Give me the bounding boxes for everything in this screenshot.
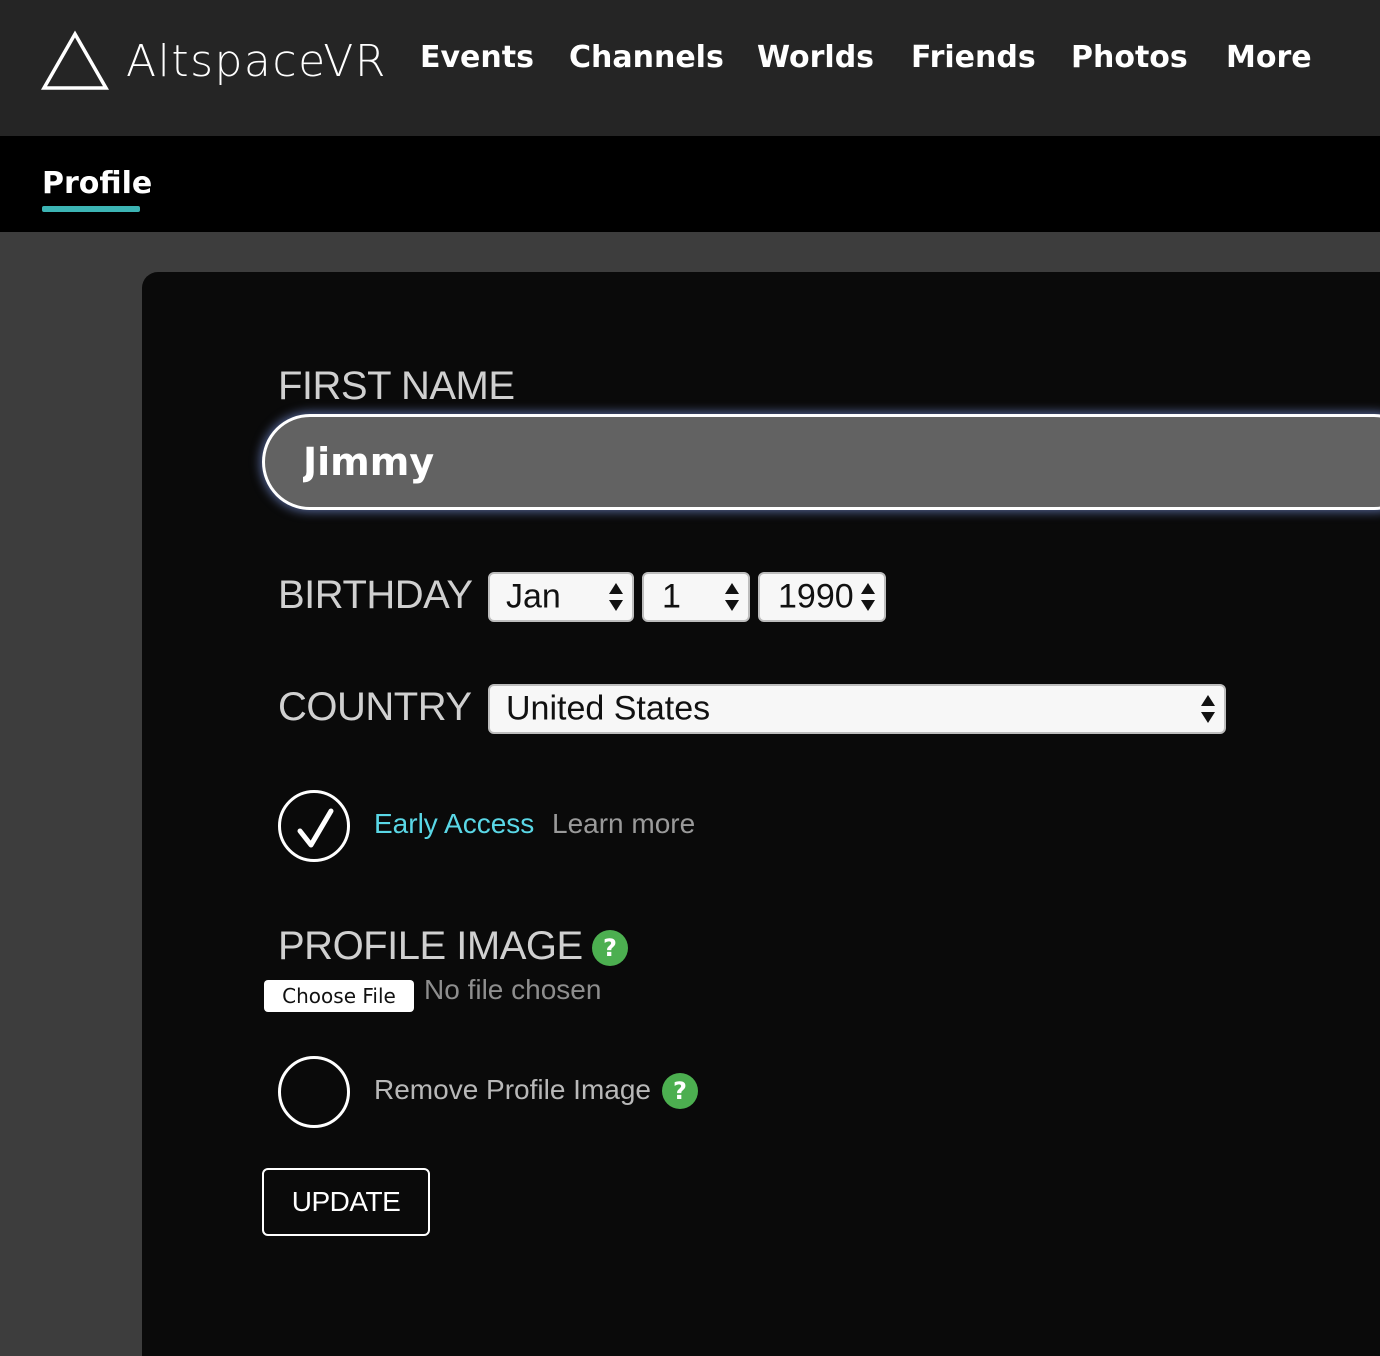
update-button[interactable]: UPDATE — [262, 1168, 430, 1236]
select-arrows-icon — [861, 583, 875, 611]
checkmark-icon — [297, 808, 334, 848]
select-arrows-icon — [1201, 695, 1215, 723]
profile-image-label: PROFILE IMAGE — [278, 924, 583, 968]
country-label: COUNTRY — [278, 685, 472, 729]
brand-logo[interactable]: AltspaceVR — [40, 30, 385, 92]
first-name-input[interactable] — [262, 414, 1380, 510]
birthday-year-value: 1990 — [778, 577, 854, 616]
active-tab-indicator — [42, 206, 140, 212]
top-nav-bar: AltspaceVR Events Channels Worlds Friend… — [0, 0, 1380, 136]
birthday-day-value: 1 — [662, 577, 681, 616]
triangle-logo-icon — [40, 30, 110, 90]
nav-photos[interactable]: Photos — [1071, 40, 1188, 84]
remove-profile-image-checkbox[interactable] — [278, 1056, 350, 1128]
remove-profile-image-label: Remove Profile Image — [374, 1074, 652, 1105]
early-access-checkbox[interactable] — [278, 790, 350, 862]
birthday-year-select[interactable]: 1990 — [758, 572, 886, 622]
birthday-month-value: Jan — [506, 577, 561, 616]
select-arrows-icon — [609, 583, 623, 611]
nav-events[interactable]: Events — [420, 40, 534, 84]
learn-more-link[interactable]: Learn more — [552, 808, 695, 840]
sub-nav-bar: Profile — [0, 136, 1380, 232]
nav-friends[interactable]: Friends — [911, 40, 1036, 84]
remove-image-help-icon[interactable]: ? — [662, 1073, 698, 1109]
nav-worlds[interactable]: Worlds — [757, 40, 874, 84]
choose-file-button[interactable]: Choose File — [264, 980, 414, 1012]
profile-image-help-icon[interactable]: ? — [592, 930, 628, 966]
nav-more[interactable]: More — [1226, 40, 1312, 84]
tab-profile[interactable]: Profile — [42, 166, 152, 201]
file-status-text: No file chosen — [424, 974, 602, 1005]
nav-channels[interactable]: Channels — [569, 40, 724, 84]
country-value: United States — [506, 689, 711, 728]
birthday-month-select[interactable]: Jan — [488, 572, 634, 622]
birthday-label: BIRTHDAY — [278, 573, 473, 617]
brand-name: AltspaceVR — [126, 36, 387, 87]
select-arrows-icon — [725, 583, 739, 611]
country-select[interactable]: United States — [488, 684, 1226, 734]
first-name-label: FIRST NAME — [278, 364, 515, 408]
early-access-link[interactable]: Early Access — [374, 808, 534, 840]
birthday-day-select[interactable]: 1 — [642, 572, 750, 622]
